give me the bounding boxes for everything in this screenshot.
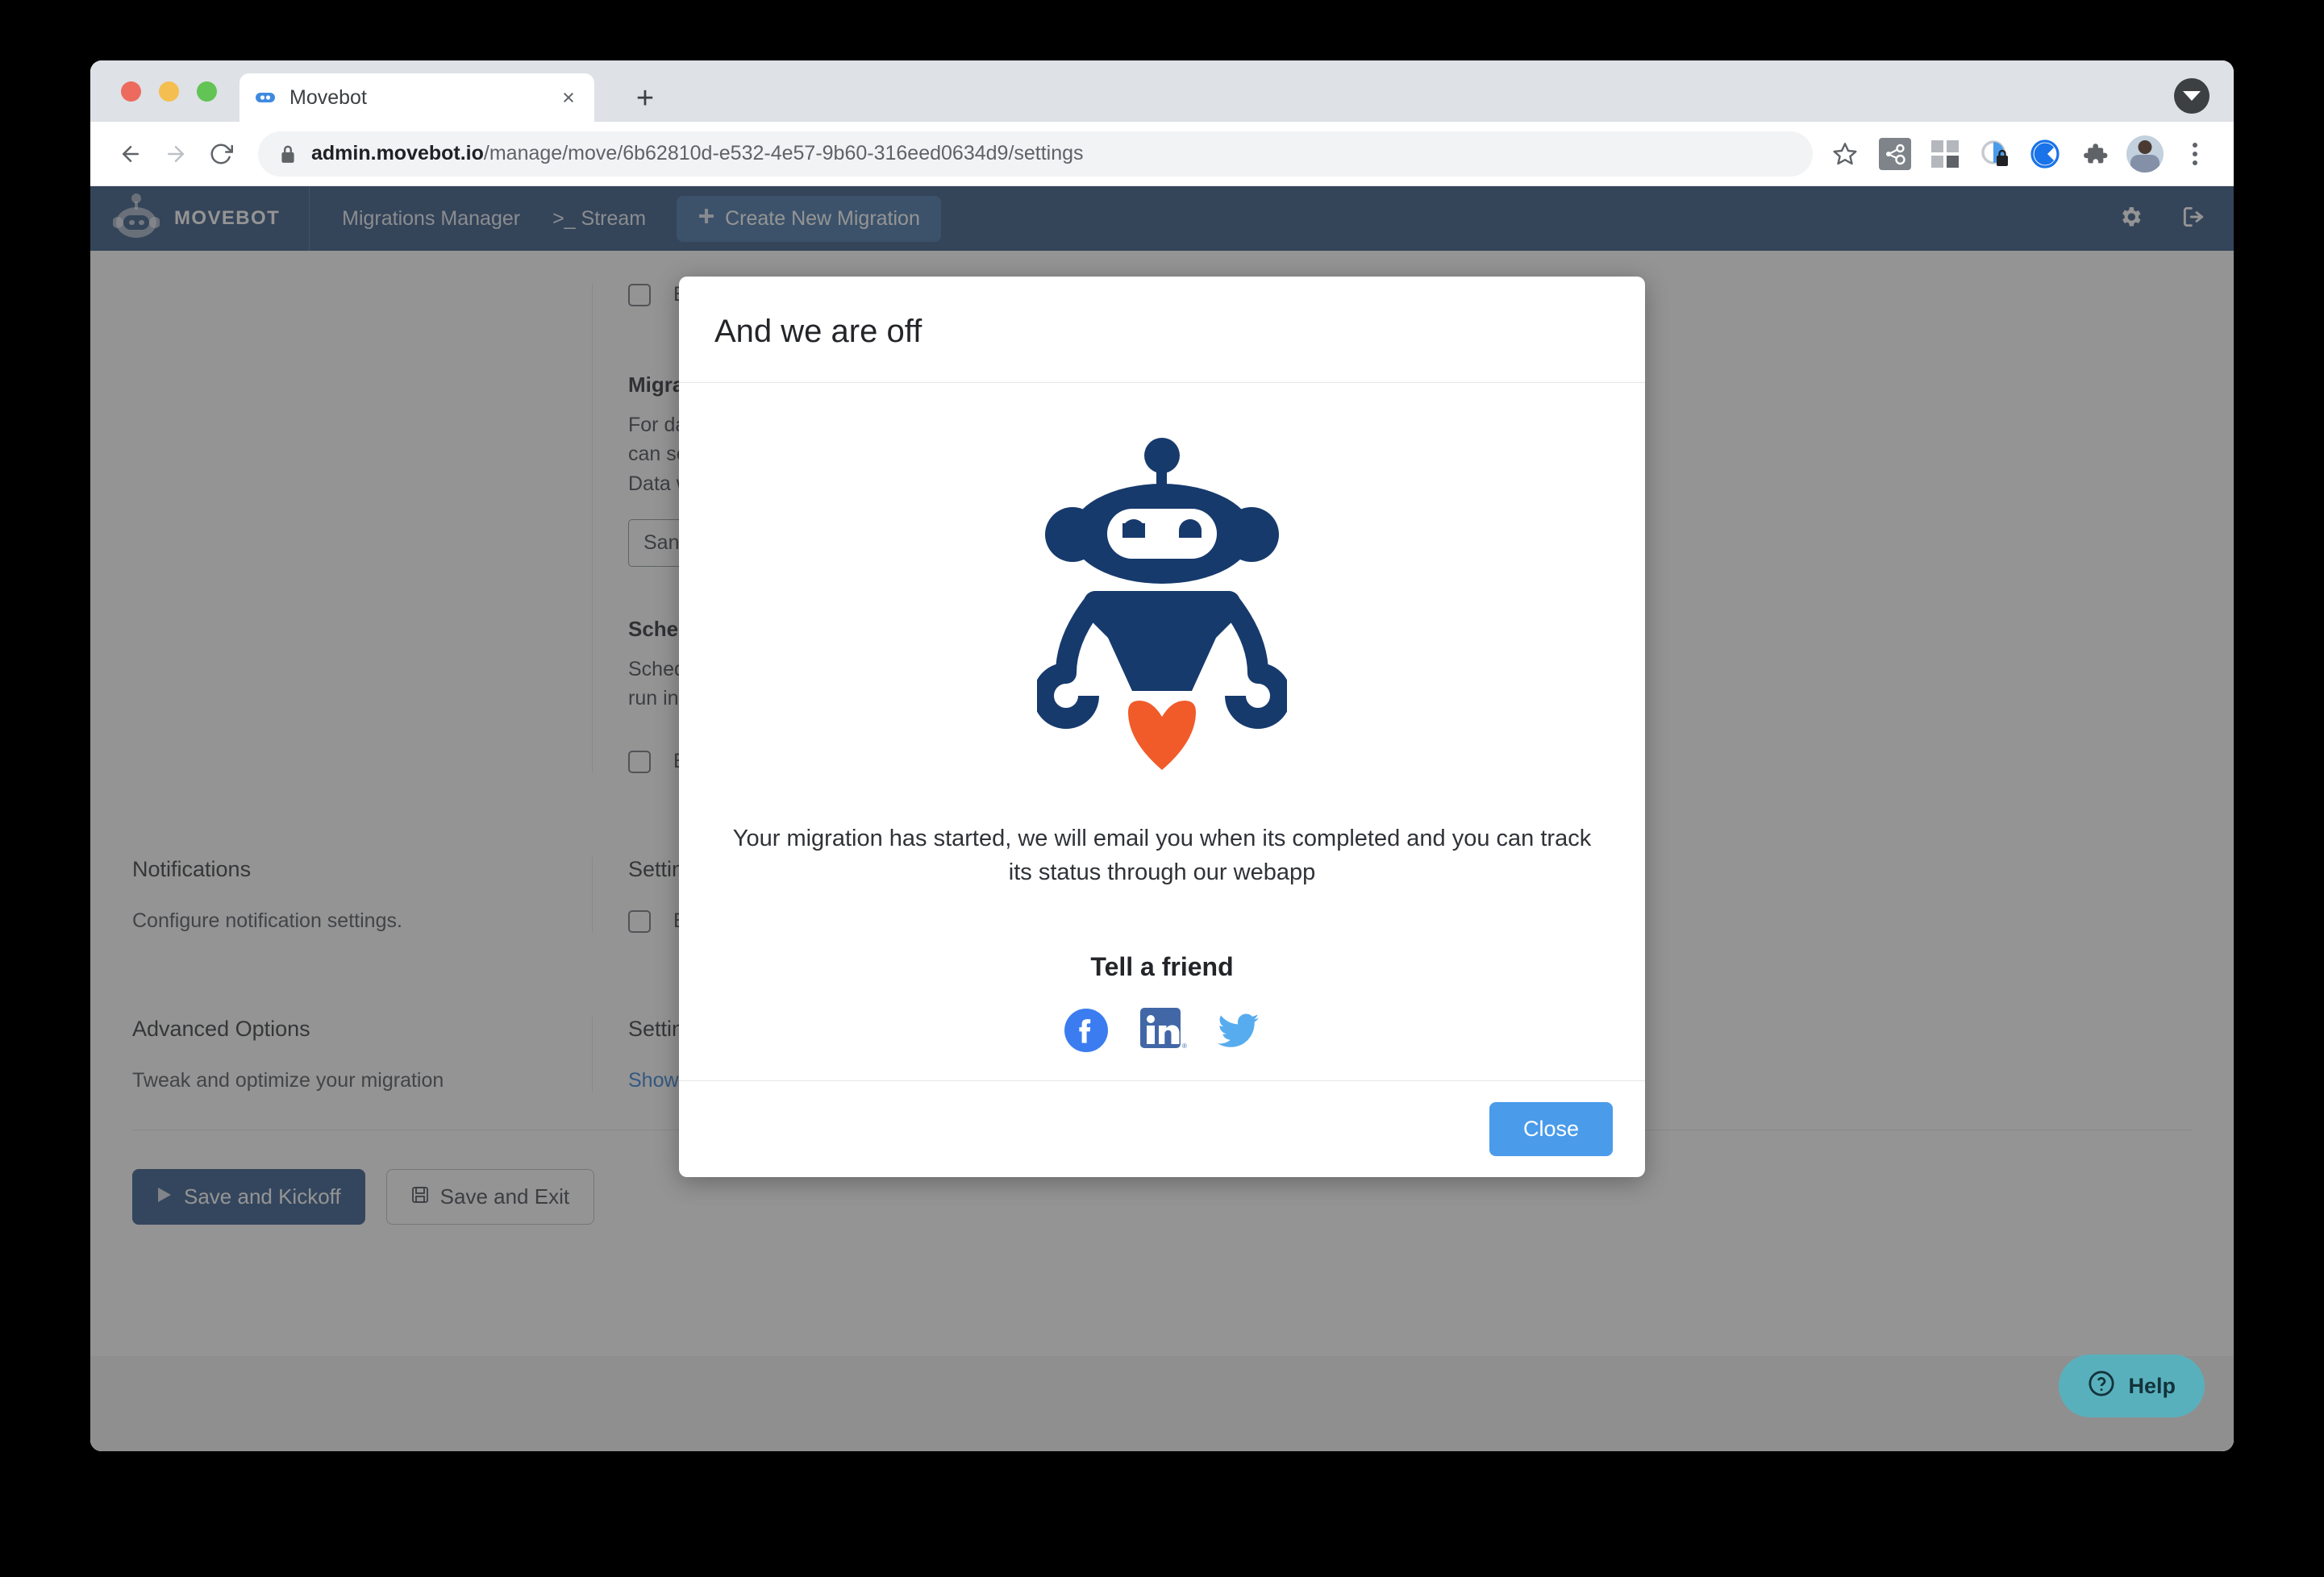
window-controls — [121, 81, 217, 102]
twitter-icon[interactable] — [1216, 1011, 1261, 1050]
puzzle-extensions-icon[interactable] — [2074, 133, 2116, 175]
profile-avatar[interactable] — [2124, 133, 2166, 175]
grid-extension-icon[interactable] — [1924, 133, 1966, 175]
close-window-button[interactable] — [121, 81, 141, 102]
address-bar[interactable]: admin.movebot.io/manage/move/6b62810d-e5… — [258, 131, 1813, 177]
browser-window: Movebot × + admin.movebot.io/manage/move… — [90, 60, 2234, 1451]
maximize-window-button[interactable] — [197, 81, 217, 102]
modal-title: And we are off — [714, 314, 923, 349]
help-widget-button[interactable]: Help — [2059, 1354, 2205, 1417]
close-button[interactable]: Close — [1489, 1102, 1613, 1157]
facebook-icon[interactable] — [1063, 1007, 1110, 1054]
tab-strip: Movebot × + — [90, 60, 2234, 122]
page-viewport: MOVEBOT Migrations Manager >_ Stream Cre… — [90, 186, 2234, 1451]
browser-toolbar: admin.movebot.io/manage/move/6b62810d-e5… — [90, 122, 2234, 186]
modal-header: And we are off — [679, 277, 1645, 383]
modal-overlay[interactable]: And we are off Your migration has starte… — [90, 186, 2234, 1451]
linkedin-icon[interactable]: ® — [1139, 1006, 1187, 1055]
movebot-favicon-icon — [254, 90, 277, 105]
avatar-body — [2130, 154, 2159, 173]
tell-a-friend-title: Tell a friend — [1090, 952, 1234, 982]
help-widget-label: Help — [2128, 1373, 2176, 1398]
avatar-head — [2138, 139, 2152, 154]
c-extension-icon[interactable] — [2024, 133, 2066, 175]
social-share-icons: ® — [714, 1006, 1610, 1055]
back-arrow-icon[interactable] — [108, 131, 153, 177]
close-tab-icon[interactable]: × — [557, 86, 580, 109]
question-circle-icon — [2088, 1370, 2115, 1403]
url-domain: admin.movebot.io — [311, 142, 484, 164]
new-tab-button[interactable]: + — [627, 80, 664, 117]
forward-arrow-icon — [153, 131, 198, 177]
chrome-menu-icon[interactable] — [2174, 133, 2216, 175]
toolbar-icons — [1824, 133, 2216, 175]
modal-body: Your migration has started, we will emai… — [679, 383, 1645, 1080]
modal-message: Your migration has started, we will emai… — [732, 826, 1592, 886]
bookmark-star-icon[interactable] — [1824, 133, 1866, 175]
tab-search-chevron-down-icon[interactable] — [2174, 78, 2209, 114]
migration-started-modal: And we are off Your migration has starte… — [679, 277, 1645, 1178]
minimize-window-button[interactable] — [159, 81, 179, 102]
modal-footer: Close — [679, 1080, 1645, 1177]
browser-tab[interactable]: Movebot × — [239, 73, 594, 122]
lock-icon — [279, 144, 297, 164]
reload-icon[interactable] — [198, 131, 244, 177]
chevron-down-glyph — [2183, 91, 2201, 101]
hubspot-extension-icon[interactable] — [1874, 133, 1916, 175]
movebot-rocket-robot-icon — [714, 425, 1610, 822]
privacy-lock-extension-icon[interactable] — [1974, 133, 2016, 175]
svg-text:®: ® — [1182, 1042, 1187, 1050]
url-path: /manage/move/6b62810d-e532-4e57-9b60-316… — [483, 142, 1084, 164]
browser-tab-title: Movebot — [289, 85, 367, 109]
